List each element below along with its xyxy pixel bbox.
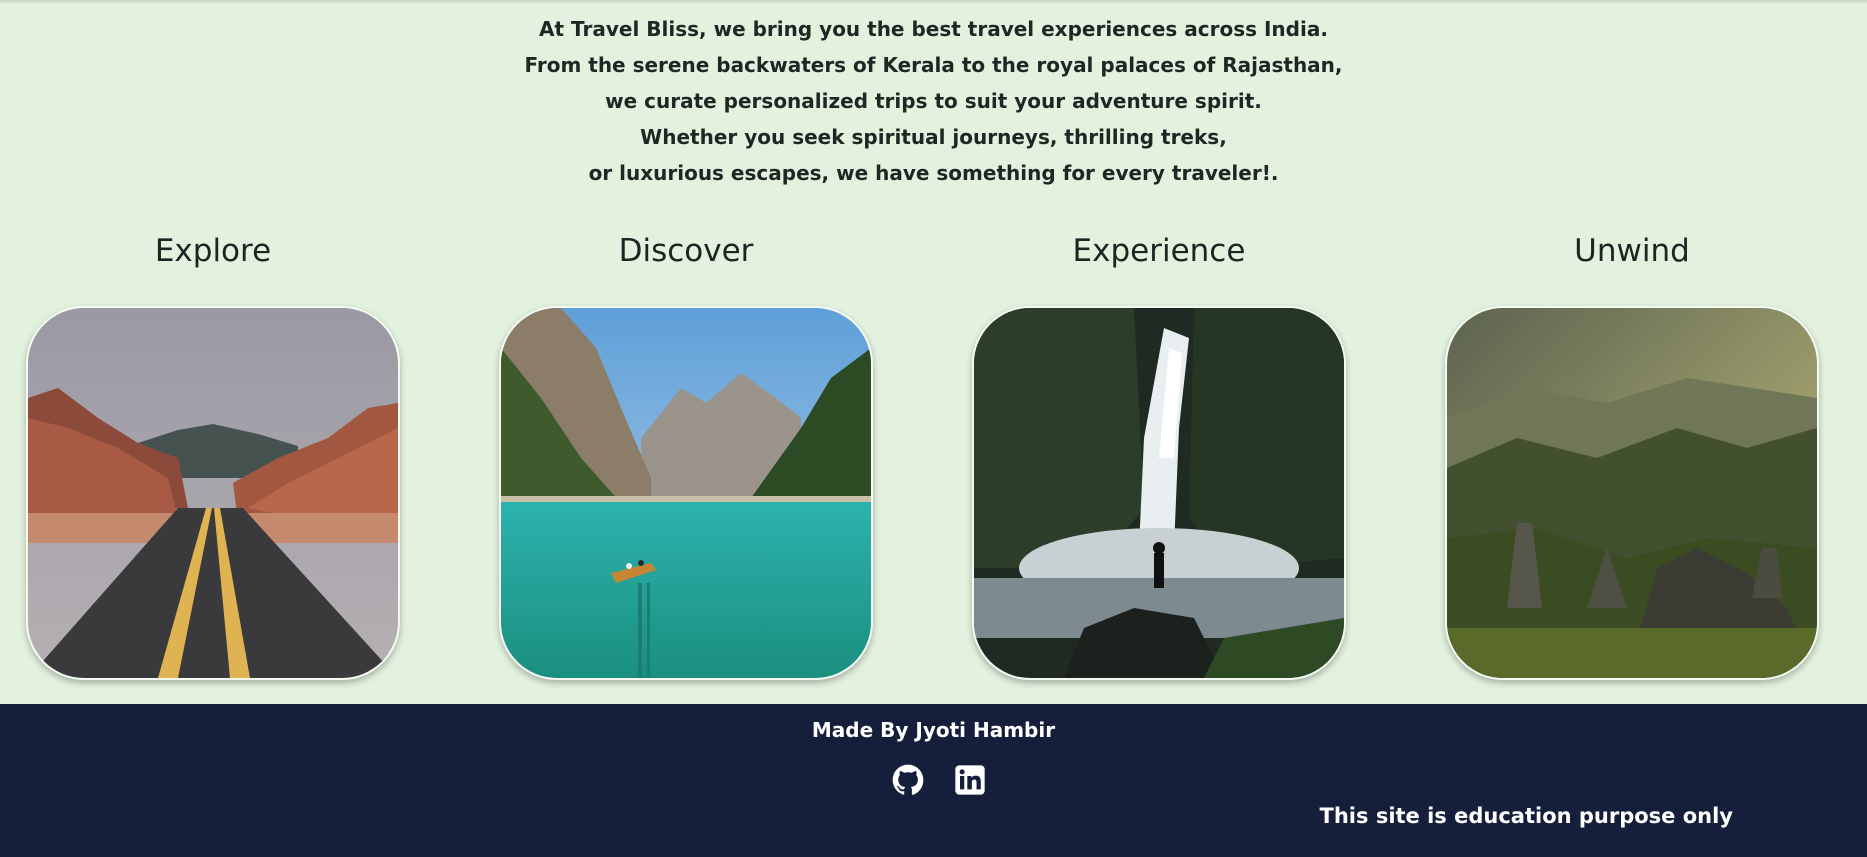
intro-line: From the serene backwaters of Kerala to … bbox=[524, 53, 1343, 77]
footer-credit: Made By Jyoti Hambir bbox=[811, 718, 1056, 742]
card-discover[interactable]: Discover bbox=[499, 225, 873, 680]
card-title: Explore bbox=[154, 233, 272, 269]
misty-mountains-photo[interactable] bbox=[1445, 306, 1819, 680]
intro-line: or luxurious escapes, we have something … bbox=[588, 161, 1279, 185]
card-title: Experience bbox=[1072, 233, 1246, 269]
desert-road-photo[interactable] bbox=[26, 306, 400, 680]
intro-line: Whether you seek spiritual journeys, thr… bbox=[640, 125, 1227, 149]
intro-line: we curate personalized trips to suit you… bbox=[605, 89, 1262, 113]
social-links bbox=[892, 762, 986, 798]
card-experience[interactable]: Experience bbox=[972, 225, 1346, 680]
header-shadow bbox=[0, 0, 1867, 4]
waterfall-photo[interactable] bbox=[972, 306, 1346, 680]
education-notice: This site is education purpose only bbox=[1319, 804, 1733, 828]
intro-text: At Travel Bliss, we bring you the best t… bbox=[0, 11, 1867, 191]
intro-line: At Travel Bliss, we bring you the best t… bbox=[539, 17, 1328, 41]
card-explore[interactable]: Explore bbox=[26, 225, 400, 680]
site-footer: Made By Jyoti Hambir This site is educat… bbox=[0, 704, 1867, 857]
card-title: Unwind bbox=[1574, 233, 1690, 269]
linkedin-icon[interactable] bbox=[954, 764, 986, 796]
github-icon[interactable] bbox=[892, 764, 924, 796]
card-unwind[interactable]: Unwind bbox=[1445, 225, 1819, 680]
mountain-lake-photo[interactable] bbox=[499, 306, 873, 680]
destination-cards: Explore Discover Experience Unwind bbox=[0, 225, 1867, 685]
card-title: Discover bbox=[618, 233, 754, 269]
